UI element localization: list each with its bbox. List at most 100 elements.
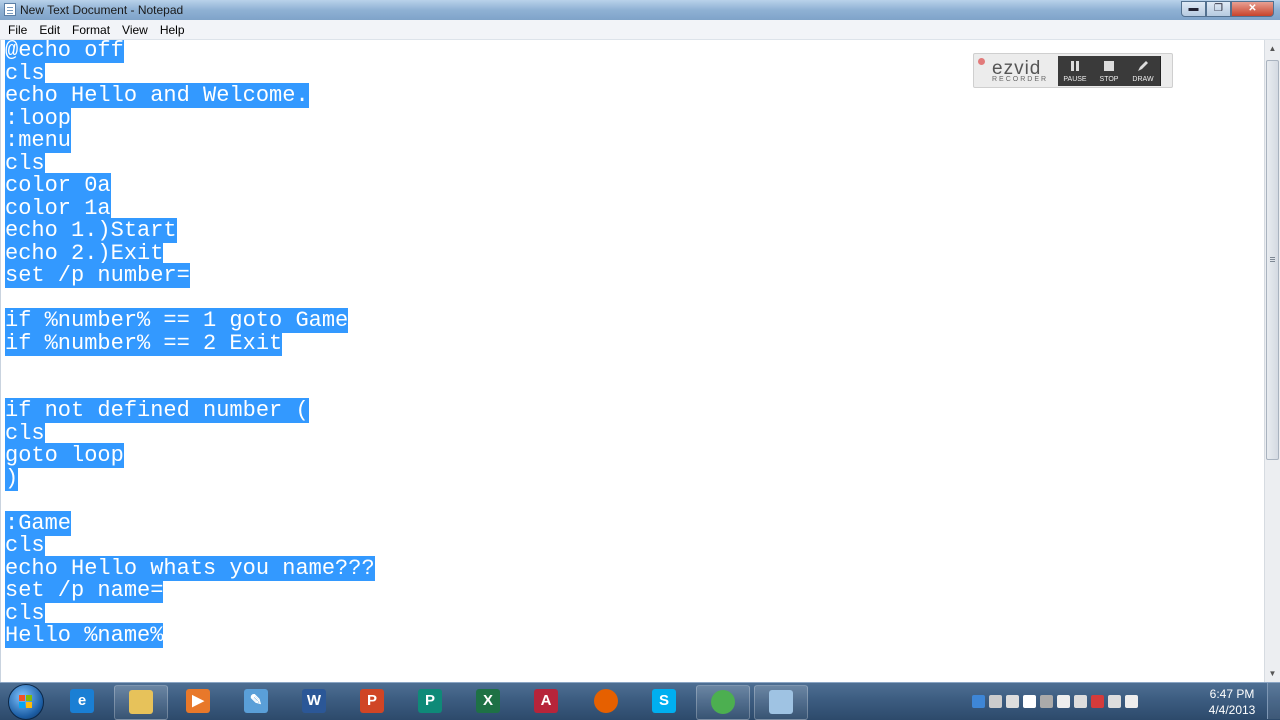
clock[interactable]: 6:47 PM 4/4/2013 [1200, 686, 1264, 718]
menu-view[interactable]: View [116, 20, 154, 40]
flag-icon[interactable] [1023, 695, 1036, 708]
menu-bar: File Edit Format View Help [0, 20, 1280, 40]
code-line-text: Hello %name% [5, 623, 164, 648]
network-icon[interactable] [972, 695, 985, 708]
ezvid-draw-label: DRAW [1132, 76, 1154, 83]
internet-explorer-icon: e [70, 689, 94, 713]
ezvid-stop-label: STOP [1099, 76, 1119, 83]
code-line: :menu [5, 128, 1264, 153]
code-line-text: cls [5, 60, 45, 86]
menu-edit[interactable]: Edit [33, 20, 66, 40]
scroll-down-icon[interactable]: ▼ [1265, 665, 1280, 682]
safely-remove-icon[interactable] [1074, 695, 1087, 708]
volume-icon[interactable] [1057, 695, 1070, 708]
code-line-text: cls [5, 420, 45, 446]
security-icon[interactable] [1091, 695, 1104, 708]
code-line-text: echo 2.)Exit [5, 240, 164, 266]
ezvid-logo-subtitle: RECORDER [992, 76, 1049, 83]
code-line-text: echo Hello whats you name??? [5, 555, 375, 581]
word-icon: W [302, 689, 326, 713]
code-line-text: cls [5, 533, 45, 558]
start-button[interactable] [3, 683, 49, 720]
chrome-icon [711, 690, 735, 714]
code-line-text: echo Hello and Welcome. [5, 83, 309, 108]
taskbar-paint-app-button[interactable]: ✎ [230, 685, 282, 718]
minimize-button[interactable]: ▬ [1181, 1, 1206, 17]
code-line-text: goto loop [5, 443, 124, 468]
taskbar-powerpoint-button[interactable]: P [346, 685, 398, 718]
steam-icon[interactable] [989, 695, 1002, 708]
code-line: cls [5, 420, 1264, 446]
editor-text[interactable]: @echo off cls echo Hello and Welcome.:loop… [1, 40, 1264, 648]
scroll-up-icon[interactable]: ▲ [1265, 40, 1280, 57]
clipboard-icon[interactable] [1108, 695, 1121, 708]
code-line: if %number% == 2 Exit [5, 330, 1264, 356]
code-line-text: cls [5, 600, 45, 626]
menu-file[interactable]: File [2, 20, 33, 40]
code-line: cls [5, 150, 1264, 176]
code-line-text: set /p name= [5, 578, 164, 603]
signal-icon[interactable] [1125, 695, 1138, 708]
ezvid-pause-button[interactable]: PAUSE [1058, 56, 1093, 86]
maximize-button[interactable]: ❐ [1206, 1, 1231, 17]
taskbar-firefox-button[interactable] [580, 685, 632, 718]
ezvid-draw-button[interactable]: DRAW [1126, 56, 1161, 86]
code-line: color 0a [5, 173, 1264, 198]
code-line-text: if %number% == 1 goto Game [5, 308, 349, 333]
clock-time: 6:47 PM [1209, 687, 1255, 701]
code-line: cls [5, 533, 1264, 558]
notepad-icon[interactable] [4, 3, 16, 16]
pause-icon [1071, 61, 1079, 71]
text-editor[interactable]: @echo off cls echo Hello and Welcome.:loop… [0, 40, 1264, 682]
code-line: cls [5, 600, 1264, 626]
publisher-icon: P [418, 689, 442, 713]
media-player-icon: ▶ [186, 689, 210, 713]
taskbar-publisher-button[interactable]: P [404, 685, 456, 718]
firefox-icon [594, 689, 618, 713]
clock-date: 4/4/2013 [1208, 703, 1256, 717]
code-line-text: :Game [5, 510, 72, 536]
code-line: goto loop [5, 443, 1264, 468]
record-indicator-icon [978, 58, 985, 65]
taskbar-internet-explorer-button[interactable]: e [56, 685, 108, 718]
usb-icon[interactable] [1040, 695, 1053, 708]
notepad-window: New Text Document - Notepad ▬ ❐ ✕ File E… [0, 0, 1280, 682]
ezvid-pause-label: PAUSE [1063, 76, 1087, 83]
code-line: :loop [5, 105, 1264, 131]
stop-icon [1104, 61, 1114, 71]
code-line-text: color 1a [5, 195, 111, 221]
vertical-scrollbar[interactable]: ▲ ▼ [1264, 40, 1280, 682]
code-line-text: if %number% == 2 Exit [5, 330, 283, 356]
close-button[interactable]: ✕ [1231, 1, 1274, 17]
taskbar-windows-explorer-button[interactable] [114, 685, 168, 720]
code-line: color 1a [5, 195, 1264, 221]
taskbar-media-player-button[interactable]: ▶ [172, 685, 224, 718]
scrollbar-thumb[interactable] [1266, 60, 1279, 460]
menu-format[interactable]: Format [66, 20, 116, 40]
taskbar-chrome-button[interactable] [696, 685, 750, 720]
code-line-text: :loop [5, 105, 72, 131]
ezvid-stop-button[interactable]: STOP [1092, 56, 1127, 86]
code-line-text: @echo off [5, 40, 124, 63]
taskbar-skype-button[interactable]: S [638, 685, 690, 718]
menu-help[interactable]: Help [154, 20, 191, 40]
title-bar[interactable]: New Text Document - Notepad ▬ ❐ ✕ [0, 0, 1280, 20]
code-line: echo 2.)Exit [5, 240, 1264, 266]
taskbar-excel-button[interactable]: X [462, 685, 514, 718]
display-icon[interactable] [1006, 695, 1019, 708]
code-line: ) [5, 465, 1264, 491]
code-line: set /p name= [5, 578, 1264, 603]
windows-logo-icon [8, 684, 44, 720]
show-desktop-button[interactable] [1267, 683, 1280, 719]
taskbar-access-button[interactable]: A [520, 685, 572, 718]
taskbar: e ▶ ✎ W P P X A S 6:47 PM 4/4/2013 [0, 682, 1280, 720]
code-line-text: cls [5, 150, 45, 176]
code-line: echo Hello whats you name??? [5, 555, 1264, 581]
notepad-icon [769, 690, 793, 714]
taskbar-word-button[interactable]: W [288, 685, 340, 718]
taskbar-notepad-button[interactable] [754, 685, 808, 720]
window-title: New Text Document - Notepad [20, 3, 184, 17]
